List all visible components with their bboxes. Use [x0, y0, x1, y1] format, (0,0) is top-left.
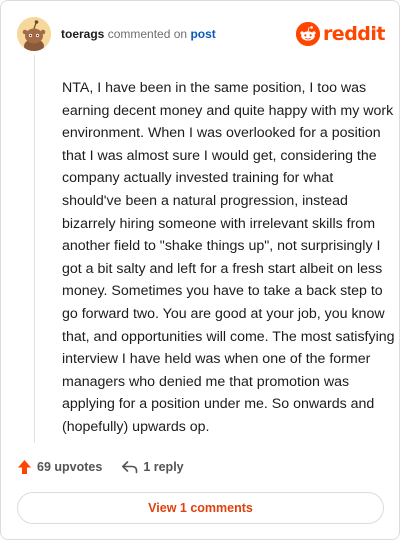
action-text: commented on: [107, 27, 188, 41]
reply-button[interactable]: 1 reply: [121, 460, 184, 474]
username-link[interactable]: toerags: [61, 27, 104, 41]
comment-body: NTA, I have been in the same position, I…: [62, 80, 395, 435]
comment-card: toerags commented on post reddit NTA, I …: [0, 0, 400, 540]
reddit-wordmark: reddit: [322, 23, 386, 45]
view-comments-button[interactable]: View 1 comments: [17, 492, 384, 524]
upvote-button[interactable]: 69 upvotes: [17, 459, 102, 475]
comment-meta: toerags commented on post: [61, 26, 216, 42]
comment-header: toerags commented on post reddit: [17, 17, 386, 53]
reply-arrow-icon: [122, 461, 138, 474]
user-avatar[interactable]: [17, 17, 51, 51]
upvote-arrow-icon: [18, 460, 31, 474]
reddit-logo-icon: [295, 22, 320, 46]
upvote-count: 69 upvotes: [37, 460, 103, 474]
view-comments-label: View 1 comments: [148, 501, 253, 515]
comment-actions: 69 upvotes 1 reply: [17, 457, 184, 477]
reddit-brand[interactable]: reddit: [295, 21, 386, 47]
reply-count: 1 reply: [143, 460, 184, 474]
thread-line: [34, 55, 35, 443]
post-link[interactable]: post: [190, 27, 215, 41]
snoo-avatar-icon: [17, 17, 51, 51]
